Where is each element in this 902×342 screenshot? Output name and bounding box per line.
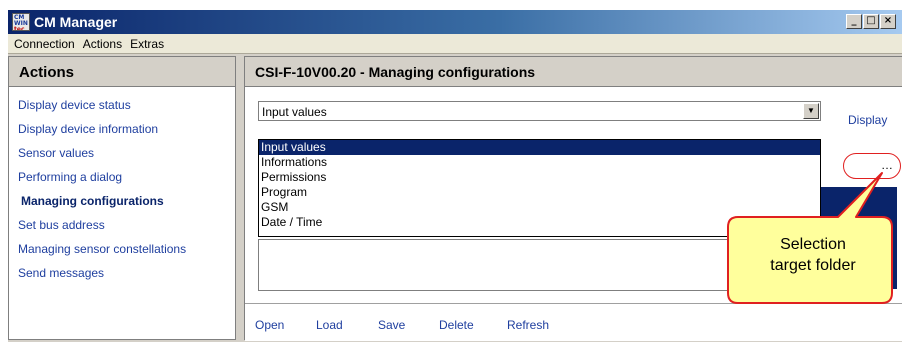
menu-connection[interactable]: Connection [10,34,79,51]
action-set-bus-address[interactable]: Set bus address [9,213,235,237]
display-button[interactable]: Display [848,113,887,127]
close-button[interactable]: × [880,14,896,29]
action-sensor-values[interactable]: Sensor values [9,141,235,165]
selection-target-folder-callout: Selection target folder [720,165,900,310]
menu-bar: Connection Actions Extras [8,34,902,54]
refresh-button[interactable]: Refresh [507,318,549,332]
dropdown-arrow-icon[interactable]: ▼ [803,103,819,119]
window-title: CM Manager [34,14,118,30]
maximize-button[interactable]: □ [863,14,879,29]
action-managing-configurations[interactable]: Managing configurations [9,189,235,213]
delete-button[interactable]: Delete [439,318,474,332]
page-title: CSI-F-10V00.20 - Managing configurations [245,57,902,87]
callout-text-line-1: Selection [780,236,846,253]
actions-panel-title: Actions [9,57,235,87]
action-send-messages[interactable]: Send messages [9,261,235,285]
save-button[interactable]: Save [378,318,405,332]
combo-selected-value: Input values [262,105,327,119]
load-button[interactable]: Load [316,318,343,332]
open-button[interactable]: Open [255,318,284,332]
action-display-device-information[interactable]: Display device information [9,117,235,141]
action-list: Display device status Display device inf… [9,87,235,285]
actions-panel: Actions Display device status Display de… [8,56,236,340]
callout-text-line-2: target folder [770,257,856,274]
dropdown-option-input-values[interactable]: Input values [259,140,820,155]
action-managing-sensor-constellations[interactable]: Managing sensor constellations [9,237,235,261]
app-icon-line-3: tec [14,26,25,31]
window-controls: _ □ × [846,14,896,29]
menu-actions[interactable]: Actions [79,34,126,51]
callout-text: Selection target folder [738,234,888,276]
action-performing-a-dialog[interactable]: Performing a dialog [9,165,235,189]
menu-extras[interactable]: Extras [126,34,168,51]
window-title-bar[interactable]: CM WIN tec CM Manager _ □ × [8,10,902,34]
configuration-type-select[interactable]: Input values ▼ [258,101,821,121]
minimize-button[interactable]: _ [846,14,862,29]
app-icon: CM WIN tec [12,13,30,31]
action-display-device-status[interactable]: Display device status [9,93,235,117]
